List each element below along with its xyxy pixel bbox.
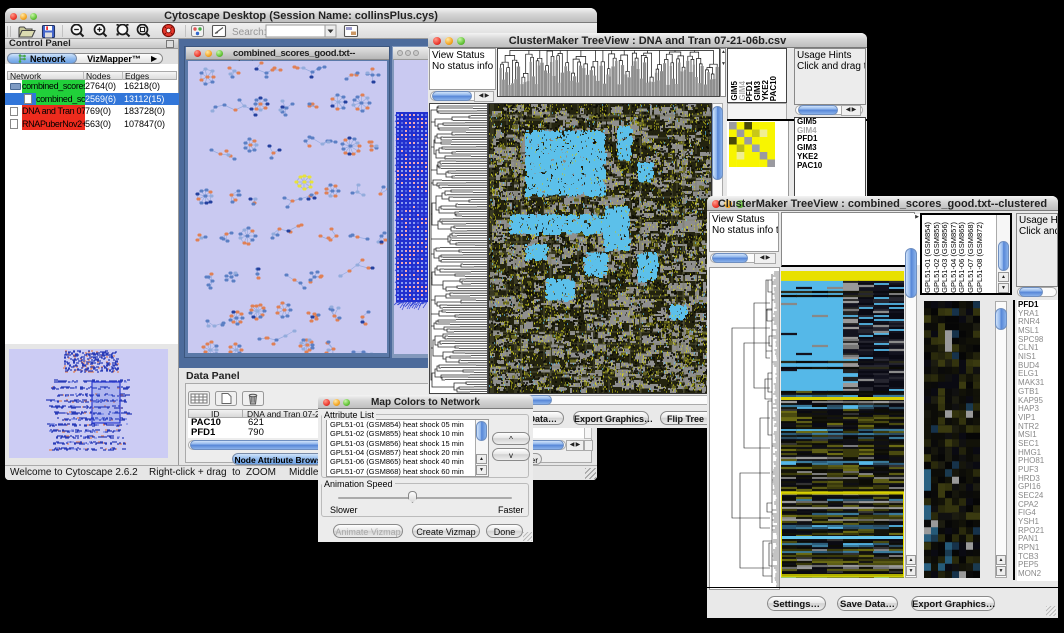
svg-text:Search:: Search: xyxy=(232,27,266,38)
